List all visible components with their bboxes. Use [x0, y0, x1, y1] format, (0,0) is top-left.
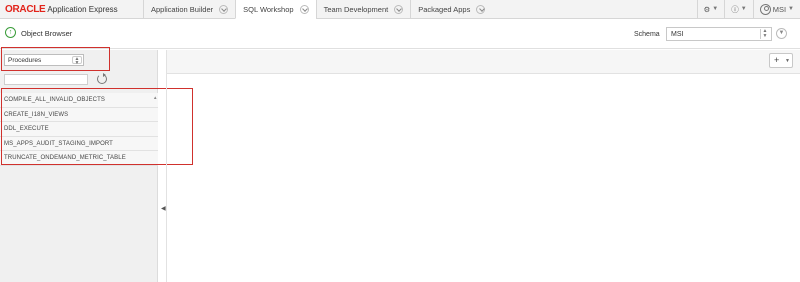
tab-label: SQL Workshop: [243, 4, 294, 14]
highlight-box-object-type: [1, 47, 110, 71]
admin-menu-button[interactable]: ⚙ ▼: [696, 0, 725, 18]
tab-packaged-apps[interactable]: Packaged Apps: [410, 0, 492, 18]
caret-down-icon: ▼: [740, 6, 747, 12]
page-title: Object Browser: [21, 29, 73, 38]
top-nav: ORACLE Application Express Application B…: [0, 0, 800, 19]
page-toolbar: ↑ Object Browser Schema MSI ▲ ▼ ▼: [0, 20, 800, 49]
caret-down-icon: ▼: [788, 6, 794, 12]
schema-action-icon[interactable]: ▼: [776, 28, 787, 39]
caret-down-icon: ▼: [712, 6, 719, 12]
admin-icon: ⚙: [703, 4, 711, 14]
tab-application-builder[interactable]: Application Builder: [143, 0, 235, 18]
collapse-sidebar-icon[interactable]: ◀: [161, 205, 166, 212]
object-filter-input[interactable]: [4, 74, 88, 85]
panel-divider: [166, 50, 167, 282]
schema-value: MSI: [671, 31, 684, 38]
schema-label: Schema: [634, 31, 660, 38]
user-name: MSI: [772, 4, 787, 14]
user-menu-button[interactable]: MSI ▼: [752, 0, 800, 18]
user-icon: [759, 3, 771, 15]
help-icon: ⓘ: [731, 4, 739, 14]
product-name: Application Express: [47, 4, 118, 14]
filter-row: [0, 72, 158, 87]
chevron-down-icon[interactable]: [476, 4, 486, 14]
refresh-icon[interactable]: [97, 73, 107, 84]
chevron-down-icon[interactable]: [394, 4, 404, 14]
highlight-box-object-list: [1, 88, 193, 165]
nav-right: ⚙ ▼ ⓘ ▼ MSI ▼: [696, 0, 800, 18]
content-toolbar: [167, 50, 800, 74]
oracle-logo: ORACLE: [5, 3, 46, 15]
object-browser-icon: ↑: [5, 27, 16, 38]
add-object-button[interactable]: + ▼: [769, 53, 793, 68]
plus-icon: +: [774, 55, 780, 65]
brand-logo[interactable]: ORACLE Application Express: [0, 0, 143, 18]
tab-label: Application Builder: [151, 4, 214, 14]
help-menu-button[interactable]: ⓘ ▼: [724, 0, 752, 18]
object-sidebar: Procedures ▲ ▼ COMPILE_ALL_INVALID_OBJECT…: [0, 50, 158, 282]
chevron-down-icon[interactable]: [299, 4, 309, 14]
chevron-down-icon[interactable]: [219, 4, 229, 14]
tab-team-development[interactable]: Team Development: [315, 0, 411, 18]
tab-sql-workshop[interactable]: SQL Workshop: [235, 0, 316, 19]
schema-select[interactable]: MSI ▲ ▼: [666, 27, 772, 41]
tab-label: Team Development: [323, 4, 389, 14]
caret-down-icon: ▼: [785, 58, 790, 64]
updown-icon: ▲ ▼: [760, 29, 769, 39]
tab-label: Packaged Apps: [418, 4, 471, 14]
